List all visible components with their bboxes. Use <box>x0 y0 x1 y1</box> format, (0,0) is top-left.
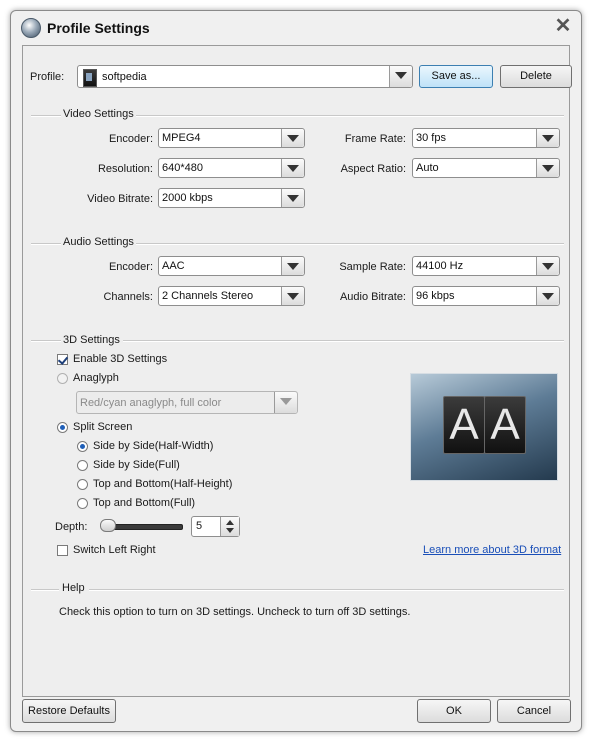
profile-format-icon <box>83 69 97 87</box>
switch-left-right-label[interactable]: Switch Left Right <box>73 544 156 556</box>
separator <box>123 340 564 342</box>
audio-encoder-label: Encoder: <box>108 261 153 273</box>
video-encoder-label: Encoder: <box>108 133 153 145</box>
side-half-label[interactable]: Side by Side(Half-Width) <box>93 440 213 452</box>
video-bitrate-value: 2000 kbps <box>162 192 213 204</box>
profile-label: Profile: <box>30 71 65 83</box>
learn-more-3d-link[interactable]: Learn more about 3D format <box>423 544 561 556</box>
profile-settings-window: Profile Settings ✕ Profile: softpedia Sa… <box>10 10 582 732</box>
anaglyph-select[interactable]: Red/cyan anaglyph, full color <box>76 391 298 414</box>
sample-rate-label: Sample Rate: <box>339 261 406 273</box>
depth-value: 5 <box>196 520 203 532</box>
chevron-down-icon[interactable] <box>536 129 559 147</box>
side-full-radio[interactable] <box>77 460 88 471</box>
profile-value: softpedia <box>102 71 147 83</box>
frame-rate-label: Frame Rate: <box>344 133 406 145</box>
app-icon <box>21 18 41 38</box>
depth-slider-thumb[interactable] <box>100 519 116 532</box>
aspect-ratio-label: Aspect Ratio: <box>340 163 406 175</box>
top-full-label[interactable]: Top and Bottom(Full) <box>93 497 195 509</box>
chevron-down-icon[interactable] <box>281 257 304 275</box>
top-half-radio[interactable] <box>77 479 88 490</box>
audio-bitrate-value: 96 kbps <box>416 290 455 302</box>
depth-label: Depth: <box>55 521 88 533</box>
help-title: Help <box>62 582 85 594</box>
3d-preview-image: A A <box>410 373 558 481</box>
audio-bitrate-select[interactable]: 96 kbps <box>412 286 560 306</box>
audio-bitrate-label: Audio Bitrate: <box>339 291 406 303</box>
channels-value: 2 Channels Stereo <box>162 290 254 302</box>
anaglyph-value: Red/cyan anaglyph, full color <box>80 397 222 409</box>
chevron-down-icon[interactable] <box>536 159 559 177</box>
window-title: Profile Settings <box>47 20 150 36</box>
profile-select[interactable]: softpedia <box>77 65 413 88</box>
top-full-radio[interactable] <box>77 498 88 509</box>
preview-letter-right: A <box>484 396 526 454</box>
3d-settings-title: 3D Settings <box>63 334 120 346</box>
audio-encoder-select[interactable]: AAC <box>158 256 305 276</box>
separator <box>31 115 61 117</box>
video-encoder-value: MPEG4 <box>162 132 201 144</box>
top-half-label[interactable]: Top and Bottom(Half-Height) <box>93 478 232 490</box>
resolution-value: 640*480 <box>162 162 203 174</box>
channels-label: Channels: <box>103 291 153 303</box>
separator <box>136 115 564 117</box>
switch-left-right-checkbox[interactable] <box>57 545 68 556</box>
ok-button[interactable]: OK <box>417 699 491 723</box>
chevron-down-icon[interactable] <box>281 129 304 147</box>
sample-rate-select[interactable]: 44100 Hz <box>412 256 560 276</box>
separator <box>136 243 564 245</box>
channels-select[interactable]: 2 Channels Stereo <box>158 286 305 306</box>
delete-button[interactable]: Delete <box>500 65 572 88</box>
side-full-label[interactable]: Side by Side(Full) <box>93 459 180 471</box>
audio-settings-title: Audio Settings <box>63 236 134 248</box>
dialog-content: Profile: softpedia Save as... Delete Vid… <box>22 45 572 697</box>
separator <box>89 589 564 591</box>
split-screen-label[interactable]: Split Screen <box>73 421 132 433</box>
save-as-button[interactable]: Save as... <box>419 65 493 88</box>
sample-rate-value: 44100 Hz <box>416 260 464 272</box>
resolution-select[interactable]: 640*480 <box>158 158 305 178</box>
video-bitrate-label: Video Bitrate: <box>87 193 153 205</box>
audio-encoder-value: AAC <box>162 260 185 272</box>
anaglyph-label[interactable]: Anaglyph <box>73 372 119 384</box>
resolution-label: Resolution: <box>97 163 153 175</box>
video-settings-title: Video Settings <box>63 108 134 120</box>
chevron-down-icon[interactable] <box>389 66 412 87</box>
separator <box>31 340 61 342</box>
depth-spinbox[interactable]: 5 <box>191 516 240 537</box>
preview-letter-left: A <box>443 396 485 454</box>
chevron-down-icon[interactable] <box>281 189 304 207</box>
chevron-down-icon[interactable] <box>281 159 304 177</box>
title-bar: Profile Settings ✕ <box>11 11 581 45</box>
aspect-ratio-value: Auto <box>416 162 439 174</box>
separator <box>31 243 61 245</box>
frame-rate-select[interactable]: 30 fps <box>412 128 560 148</box>
chevron-down-icon[interactable] <box>274 392 297 413</box>
split-screen-radio[interactable] <box>57 422 68 433</box>
cancel-button[interactable]: Cancel <box>497 699 571 723</box>
depth-spin-buttons[interactable] <box>220 517 239 536</box>
chevron-down-icon[interactable] <box>536 287 559 305</box>
enable-3d-checkbox[interactable] <box>57 354 68 365</box>
side-half-radio[interactable] <box>77 441 88 452</box>
video-bitrate-select[interactable]: 2000 kbps <box>158 188 305 208</box>
video-encoder-select[interactable]: MPEG4 <box>158 128 305 148</box>
restore-defaults-button[interactable]: Restore Defaults <box>22 699 116 723</box>
anaglyph-radio[interactable] <box>57 373 68 384</box>
chevron-down-icon[interactable] <box>281 287 304 305</box>
enable-3d-label[interactable]: Enable 3D Settings <box>73 353 167 365</box>
chevron-down-icon[interactable] <box>536 257 559 275</box>
aspect-ratio-select[interactable]: Auto <box>412 158 560 178</box>
frame-rate-value: 30 fps <box>416 132 446 144</box>
close-icon[interactable]: ✕ <box>553 15 573 37</box>
help-text: Check this option to turn on 3D settings… <box>59 606 411 618</box>
separator <box>31 589 59 591</box>
